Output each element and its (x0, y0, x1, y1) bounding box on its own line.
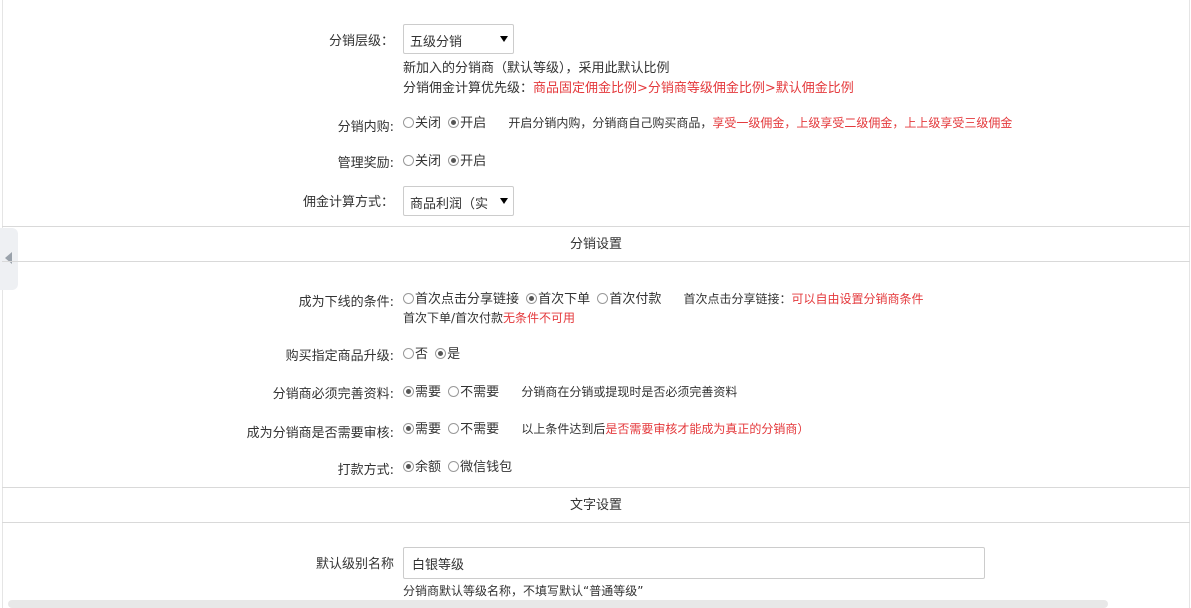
condition-click-link-radio[interactable] (403, 293, 414, 304)
internal-purchase-off-radio[interactable] (403, 117, 414, 128)
buy-upgrade-yes-radio[interactable] (435, 348, 447, 359)
payout-wechat-radio[interactable] (448, 461, 460, 472)
level-select[interactable]: 五级分销 (403, 24, 514, 54)
complete-profile-label: 分销商必须完善资料: (272, 387, 394, 402)
section-header-distribution: 分销设置 (2, 226, 1190, 262)
condition-first-payment-radio[interactable] (597, 293, 609, 304)
default-level-name-hint: 分销商默认等级名称，不填写默认“普通等级” (403, 584, 644, 598)
internal-purchase-label: 分销内购: (337, 120, 394, 135)
level-priority-note: 分销佣金计算优先级：商品固定佣金比例>分销商等级佣金比例>默认佣金比例 (403, 81, 854, 96)
downline-condition-hint: 首次点击分享链接：可以自由设置分销商条件 (683, 292, 924, 306)
internal-purchase-on-radio[interactable] (448, 117, 460, 128)
complete-profile-need-radio[interactable] (403, 386, 414, 397)
condition-first-order-radio[interactable] (526, 293, 538, 304)
management-reward-on-radio[interactable] (448, 155, 460, 166)
payout-method-label: 打款方式: (337, 463, 394, 478)
buy-upgrade-no-radio[interactable] (403, 348, 414, 359)
level-note: 新加入的分销商（默认等级），采用此默认比例 (403, 61, 670, 76)
dropdown-arrow-icon (500, 36, 508, 42)
default-level-name-label: 默认级别名称 (315, 557, 394, 572)
dropdown-arrow-icon (500, 198, 508, 204)
management-reward-off-radio[interactable] (403, 155, 414, 166)
need-review-hint: 以上条件达到后是否需要审核才能成为真正的分销商） (521, 422, 810, 436)
internal-purchase-hint: 开启分销内购，分销商自己购买商品，享受一级佣金，上级享受二级佣金，上上级享受三级… (508, 116, 1013, 130)
downline-condition-label: 成为下线的条件: (298, 295, 394, 310)
buy-upgrade-label: 购买指定商品升级: (285, 349, 394, 364)
payout-balance-radio[interactable] (403, 461, 414, 472)
section-header-text: 文字设置 (2, 487, 1190, 523)
level-label: 分销层级： (328, 34, 394, 49)
complete-profile-hint: 分销商在分销或提现时是否必须完善资料 (521, 385, 738, 399)
complete-profile-no-need-radio[interactable] (448, 386, 460, 397)
management-reward-label: 管理奖励: (337, 156, 394, 171)
level-select-value: 五级分销 (410, 35, 463, 50)
need-review-need-radio[interactable] (403, 423, 414, 434)
default-level-name-input[interactable] (403, 547, 985, 579)
downline-condition-sub-hint: 首次下单/首次付款无条件不可用 (403, 311, 576, 325)
need-review-label: 成为分销商是否需要审核: (246, 426, 394, 441)
commission-method-select[interactable]: 商品利润（实 (403, 186, 514, 216)
horizontal-scrollbar[interactable] (8, 600, 1108, 608)
commission-method-label: 佣金计算方式： (302, 195, 394, 210)
commission-method-value: 商品利润（实 (410, 197, 489, 212)
need-review-no-need-radio[interactable] (448, 423, 460, 434)
